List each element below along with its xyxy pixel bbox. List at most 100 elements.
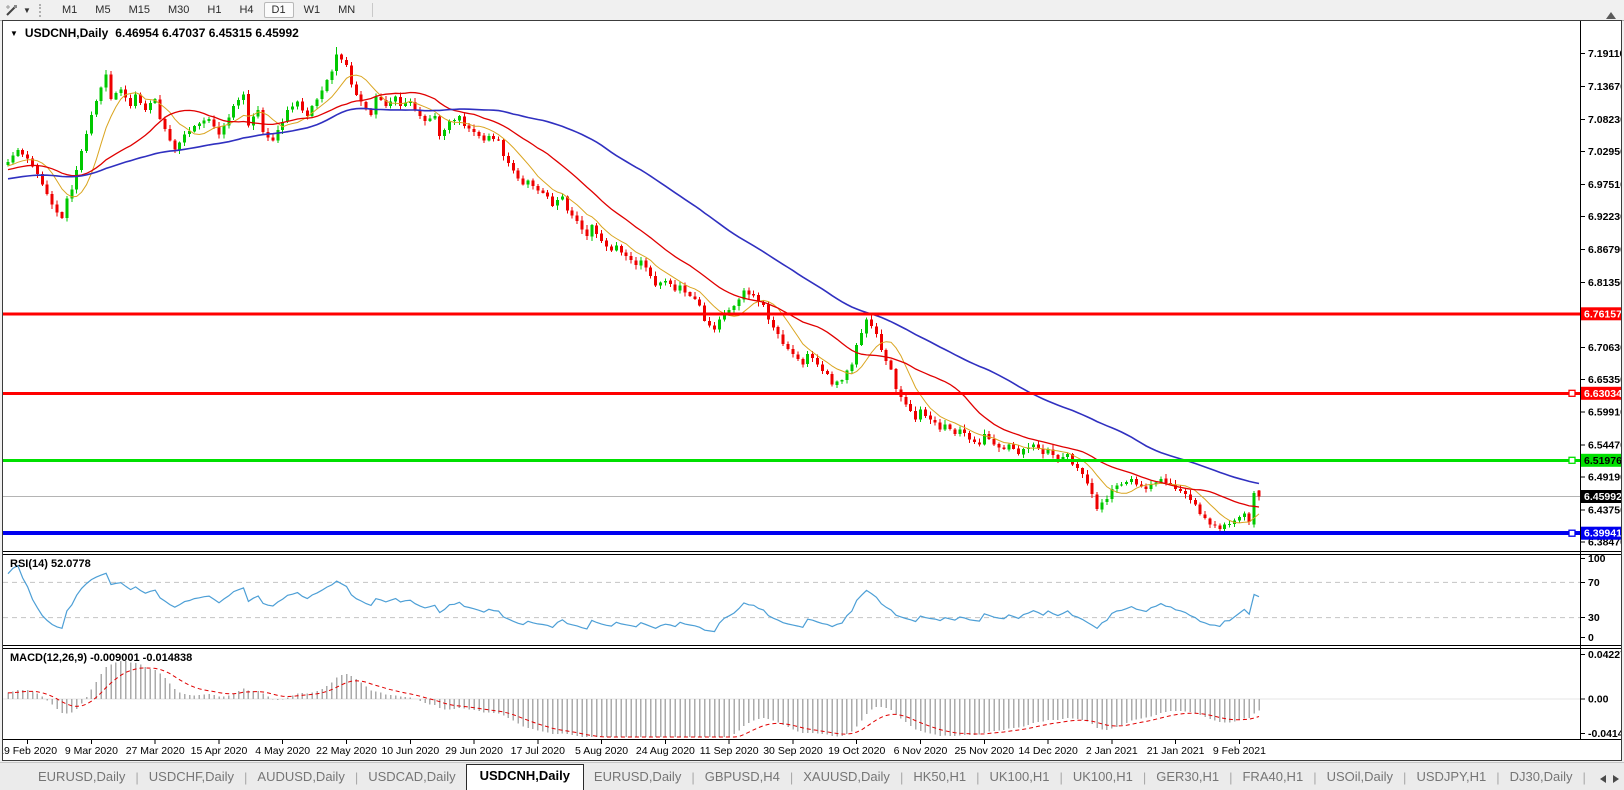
tab-eurusd-daily-0[interactable]: EURUSD,Daily — [28, 765, 135, 790]
svg-text:29 Jun 2020: 29 Jun 2020 — [445, 745, 503, 757]
tab-uk100-h1-10[interactable]: UK100,H1 — [1063, 765, 1143, 790]
svg-text:6.92230: 6.92230 — [1588, 211, 1621, 223]
svg-text:6.39941: 6.39941 — [1584, 528, 1621, 540]
svg-text:30: 30 — [1588, 612, 1600, 624]
mt4-window: ▼ M1M5M15M30H1H4D1W1MN 7.19110 7.13670 7.0… — [0, 0, 1624, 790]
crosshair-icon — [6, 5, 17, 16]
svg-text:7.08230: 7.08230 — [1588, 114, 1621, 126]
collapse-icon[interactable]: ▼ — [10, 29, 18, 38]
chart-symbol: USDCNH,Daily — [24, 26, 109, 40]
price-label-6.76157: 6.76157 — [1581, 307, 1621, 321]
tab-usdcad-daily-3[interactable]: USDCAD,Daily — [358, 765, 465, 790]
cursor-tool-icon[interactable] — [3, 2, 21, 18]
svg-text:7.13670: 7.13670 — [1588, 81, 1621, 93]
tab-fra40-h1-12[interactable]: FRA40,H1 — [1232, 765, 1313, 790]
tab-eurusd-daily-5[interactable]: EURUSD,Daily — [584, 765, 691, 790]
chart-tabs: EURUSD,Daily | USDCHF,Daily | AUDUSD,Daily | U… — [0, 763, 1594, 790]
tab-usdchf-daily-1[interactable]: USDCHF,Daily — [139, 765, 244, 790]
svg-text:0: 0 — [1588, 632, 1594, 644]
level-handle-6.51976 — [1568, 456, 1576, 464]
svg-text:9 Mar 2020: 9 Mar 2020 — [65, 745, 118, 757]
chart-tab-bar: EURUSD,Daily | USDCHF,Daily | AUDUSD,Daily | U… — [0, 762, 1624, 790]
bid-price-label: 6.45992 — [1581, 490, 1621, 503]
svg-text:6.70630: 6.70630 — [1588, 342, 1621, 354]
tab-usdjpy-h1-14[interactable]: USDJPY,H1 — [1406, 765, 1496, 790]
macd-label: MACD(12,26,9) -0.009001 -0.014838 — [10, 652, 193, 664]
timeframe-button-h4[interactable]: H4 — [231, 2, 261, 18]
chart-ohlc: 6.46954 6.47037 6.45315 6.45992 — [115, 26, 299, 40]
svg-text:6.59910: 6.59910 — [1588, 407, 1621, 419]
svg-text:27 Mar 2020: 27 Mar 2020 — [126, 745, 185, 757]
timeframe-button-mn[interactable]: MN — [330, 2, 363, 18]
price-label-6.51976: 6.51976 — [1581, 453, 1621, 467]
svg-text:6.54470: 6.54470 — [1588, 440, 1621, 452]
svg-text:6.86790: 6.86790 — [1588, 244, 1621, 256]
chart-window: 7.19110 7.13670 7.08230 7.02950 6.97510 6.922… — [2, 20, 1622, 761]
svg-text:11 Sep 2020: 11 Sep 2020 — [700, 745, 759, 757]
tab-ger30-h1-11[interactable]: GER30,H1 — [1146, 765, 1229, 790]
svg-text:6.65350: 6.65350 — [1588, 374, 1621, 386]
toolbar: ▼ M1 M5 M15 M30 H1 H4 D1 W1 MN — [0, 0, 1624, 21]
timeframe-button-h1[interactable]: H1 — [199, 2, 229, 18]
svg-text:14 Dec 2020: 14 Dec 2020 — [1018, 745, 1078, 757]
svg-text:25 Nov 2020: 25 Nov 2020 — [955, 745, 1015, 757]
svg-text:19 Feb 2020: 19 Feb 2020 — [3, 745, 57, 757]
timeframe-button-d1[interactable]: D1 — [263, 2, 294, 18]
svg-text:6.51976: 6.51976 — [1584, 455, 1621, 467]
svg-text:6.49190: 6.49190 — [1588, 472, 1621, 484]
tab-dj30-daily-15[interactable]: DJ30,Daily — [1500, 765, 1583, 790]
svg-text:19 Oct 2020: 19 Oct 2020 — [828, 745, 885, 757]
tab-usoil-daily-13[interactable]: USOil,Daily — [1317, 765, 1403, 790]
svg-text:6 Nov 2020: 6 Nov 2020 — [894, 745, 948, 757]
svg-text:4 May 2020: 4 May 2020 — [255, 745, 310, 757]
tab-scroll-right-icon[interactable] — [1613, 775, 1619, 783]
svg-text:7.19110: 7.19110 — [1588, 48, 1621, 60]
svg-text:6.63034: 6.63034 — [1584, 388, 1621, 400]
tab-audusd-daily-2[interactable]: AUDUSD,Daily — [247, 765, 354, 790]
svg-text:30 Sep 2020: 30 Sep 2020 — [763, 745, 823, 757]
tab-scroll-arrows — [1600, 775, 1619, 783]
svg-text:7.02950: 7.02950 — [1588, 146, 1621, 158]
toolbar-grip — [39, 3, 45, 17]
level-handle-6.63034 — [1568, 389, 1576, 397]
svg-text:9 Feb 2021: 9 Feb 2021 — [1213, 745, 1266, 757]
timeframe-buttons: M1 M5 M15 M30 H1 H4 D1 W1 MN — [53, 0, 364, 20]
chart-canvas[interactable]: 7.19110 7.13670 7.08230 7.02950 6.97510 6.922… — [3, 21, 1621, 760]
toolbar-separator — [372, 3, 374, 17]
svg-text:6.81350: 6.81350 — [1588, 277, 1621, 289]
tab-scroll-left-icon[interactable] — [1600, 775, 1606, 783]
rsi-label: RSI(14) 52.0778 — [10, 558, 91, 570]
svg-text:10 Jun 2020: 10 Jun 2020 — [381, 745, 439, 757]
svg-text:6.45992: 6.45992 — [1584, 491, 1621, 503]
price-label-6.63034: 6.63034 — [1581, 386, 1621, 400]
tab-uk100-h1-9[interactable]: UK100,H1 — [979, 765, 1059, 790]
price-label-6.39941: 6.39941 — [1581, 526, 1621, 540]
svg-text:6.43750: 6.43750 — [1588, 505, 1621, 517]
svg-text:0.042275: 0.042275 — [1588, 649, 1621, 661]
toolbar-overflow-icon[interactable] — [1606, 12, 1616, 19]
svg-text:0.00: 0.00 — [1588, 694, 1609, 706]
timeframe-button-m1[interactable]: M1 — [54, 2, 85, 18]
svg-text:5 Aug 2020: 5 Aug 2020 — [575, 745, 628, 757]
svg-text:6.76157: 6.76157 — [1584, 308, 1621, 320]
tab-china300-h1-16[interactable]: CHINA300,H1 — [1586, 765, 1594, 790]
tab-gbpusd-h4-6[interactable]: GBPUSD,H4 — [695, 765, 790, 790]
timeframe-button-m30[interactable]: M30 — [160, 2, 197, 18]
svg-text:24 Aug 2020: 24 Aug 2020 — [636, 745, 695, 757]
tab-xauusd-daily-7[interactable]: XAUUSD,Daily — [793, 765, 900, 790]
timeframe-button-m15[interactable]: M15 — [121, 2, 158, 18]
timeframe-button-w1[interactable]: W1 — [296, 2, 329, 18]
tab-hk50-h1-8[interactable]: HK50,H1 — [903, 765, 976, 790]
svg-text:70: 70 — [1588, 577, 1600, 589]
svg-text:15 Apr 2020: 15 Apr 2020 — [191, 745, 248, 757]
timeframe-button-m5[interactable]: M5 — [87, 2, 118, 18]
svg-text:2 Jan 2021: 2 Jan 2021 — [1086, 745, 1138, 757]
svg-text:22 May 2020: 22 May 2020 — [316, 745, 377, 757]
svg-text:-0.04148: -0.04148 — [1588, 728, 1621, 740]
level-handle-6.39941 — [1568, 529, 1576, 537]
tab-usdcnh-daily-4[interactable]: USDCNH,Daily — [465, 764, 584, 790]
chart-title: ▼ USDCNH,Daily 6.46954 6.47037 6.45315 6… — [10, 26, 299, 40]
cursor-tool-dropdown-icon[interactable]: ▼ — [21, 6, 33, 15]
svg-text:17 Jul 2020: 17 Jul 2020 — [511, 745, 565, 757]
svg-text:6.97510: 6.97510 — [1588, 179, 1621, 191]
